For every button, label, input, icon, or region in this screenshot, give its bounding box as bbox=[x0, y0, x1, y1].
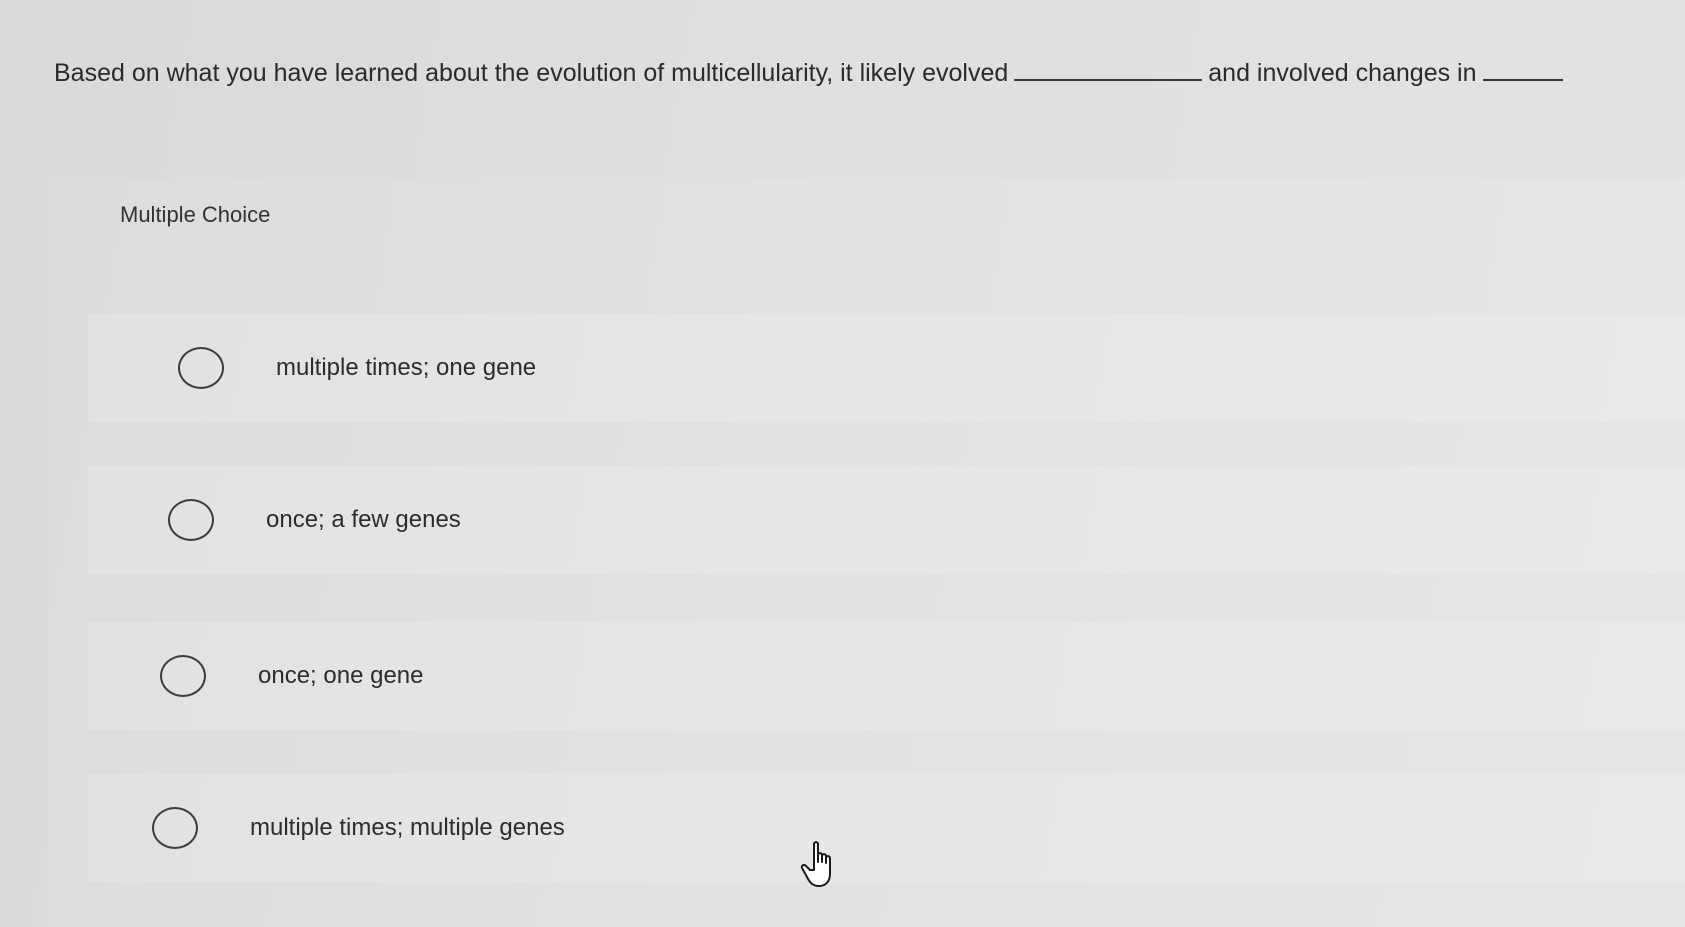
radio-button-icon[interactable] bbox=[178, 347, 224, 389]
question-text-part-1: Based on what you have learned about the… bbox=[54, 59, 1009, 87]
option-label: multiple times; one gene bbox=[276, 354, 537, 381]
option-1[interactable]: multiple times; one gene bbox=[88, 314, 1685, 422]
option-4[interactable]: multiple times; multiple genes bbox=[88, 774, 1685, 882]
radio-button-icon[interactable] bbox=[152, 807, 198, 849]
option-3[interactable]: once; one gene bbox=[88, 622, 1685, 730]
radio-button-icon[interactable] bbox=[168, 499, 214, 541]
option-2[interactable]: once; a few genes bbox=[88, 466, 1685, 574]
blank-2 bbox=[1482, 57, 1563, 81]
option-label: once; one gene bbox=[258, 662, 424, 689]
multiple-choice-panel: Multiple Choice multiple times; one gene… bbox=[48, 178, 1685, 927]
option-label: multiple times; multiple genes bbox=[250, 814, 565, 841]
radio-button-icon[interactable] bbox=[160, 655, 206, 697]
blank-1 bbox=[1014, 57, 1203, 81]
panel-title: Multiple Choice bbox=[120, 202, 271, 227]
hand-pointer-cursor-icon bbox=[800, 841, 831, 887]
option-label: once; a few genes bbox=[266, 506, 461, 533]
question-text-part-2: and involved changes in bbox=[1208, 59, 1477, 87]
question-text: Based on what you have learned about the… bbox=[54, 56, 1685, 90]
